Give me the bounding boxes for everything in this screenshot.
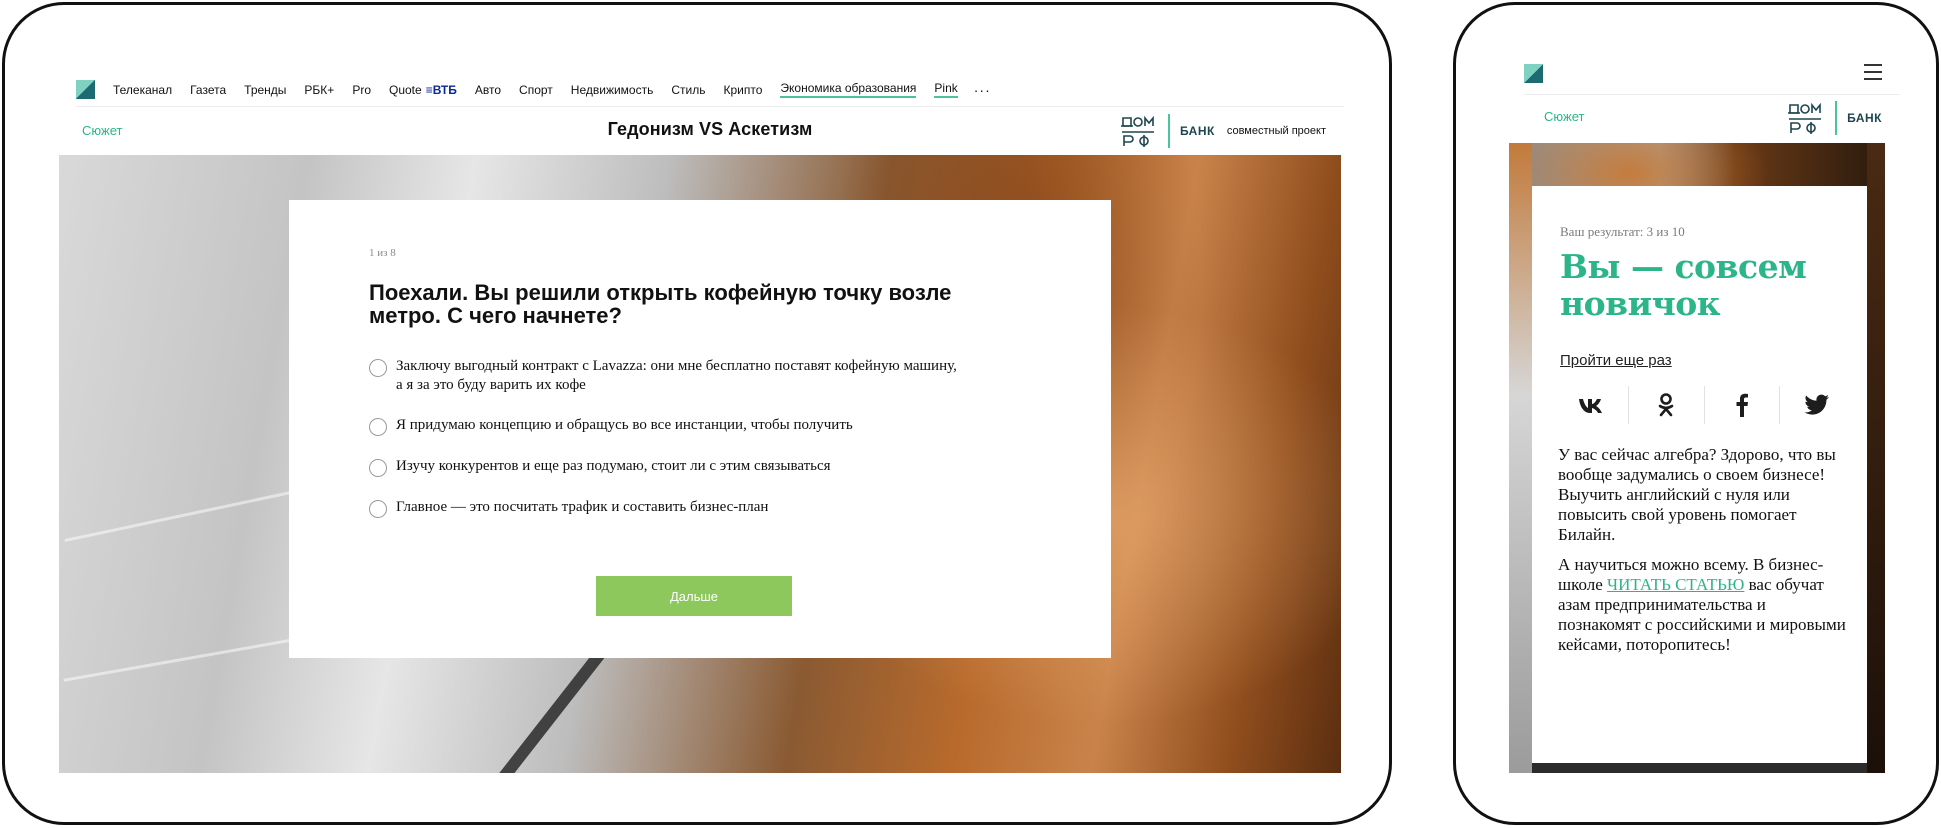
nav-item-gazeta[interactable]: Газета	[190, 83, 226, 97]
more-menu-icon[interactable]: ···	[974, 82, 991, 98]
answer-option[interactable]: Заключу выгодный контракт с Lavazza: они…	[369, 357, 1033, 395]
nav-item-nedvizhimost[interactable]: Недвижимость	[571, 83, 654, 97]
share-ok-button[interactable]	[1629, 386, 1705, 424]
share-facebook-button[interactable]	[1705, 386, 1780, 424]
partner-block: БАНК совместный проект	[1120, 111, 1326, 151]
hero-edge-left	[1509, 143, 1532, 773]
next-button[interactable]: Дальше	[596, 576, 792, 616]
mobile-top-bar	[1524, 51, 1900, 95]
nav-item-quote[interactable]: Quote ≡ВТБ	[389, 83, 457, 97]
vtb-badge-text: ВТБ	[432, 82, 457, 97]
dom-rf-logo-icon	[1788, 102, 1822, 134]
nav-item-ekonomika-obrazovaniya[interactable]: Экономика образования	[780, 81, 917, 98]
nav-item-stil[interactable]: Стиль	[671, 83, 705, 97]
nav-item-pink[interactable]: Pink	[934, 81, 958, 98]
mobile-device-frame: Сюжет БАНК Ваш результат: 3 из 10 Вы — с…	[1453, 2, 1939, 825]
radio-button[interactable]	[369, 418, 387, 436]
answer-option-text: Заключу выгодный контракт с Lavazza: они…	[396, 358, 957, 393]
rbc-logo-icon[interactable]	[76, 80, 95, 99]
question-title: Поехали. Вы решили открыть кофейную точк…	[369, 280, 952, 328]
result-card: Ваш результат: 3 из 10 Вы — совсем нович…	[1532, 186, 1867, 763]
radio-button[interactable]	[369, 359, 387, 377]
desktop-device-frame: Телеканал Газета Тренды РБК+ Pro Quote ≡…	[2, 2, 1392, 825]
read-article-link[interactable]: ЧИТАТЬ СТАТЬЮ	[1607, 575, 1744, 594]
hero-bottom-bar	[1532, 763, 1867, 773]
mobile-hero-background: Ваш результат: 3 из 10 Вы — совсем нович…	[1509, 143, 1885, 773]
rbc-logo-icon[interactable]	[1524, 64, 1543, 83]
hero-background-image: 1 из 8 Поехали. Вы решили открыть кофейн…	[59, 155, 1341, 773]
nav-item-kripto[interactable]: Крипто	[723, 83, 762, 97]
answer-option-text: Главное — это посчитать трафик и состави…	[396, 499, 769, 515]
radio-button[interactable]	[369, 500, 387, 518]
result-paragraph-with-link: А научиться можно всему. В бизнес-школе …	[1558, 555, 1848, 655]
partner-block: БАНК	[1787, 99, 1882, 137]
answer-option[interactable]: Я придумаю концепцию и обращусь во все и…	[369, 416, 1033, 436]
facebook-icon	[1736, 393, 1748, 417]
odnoklassniki-icon	[1659, 393, 1674, 417]
result-score: Ваш результат: 3 из 10	[1560, 224, 1685, 239]
quiz-card: 1 из 8 Поехали. Вы решили открыть кофейн…	[289, 200, 1111, 658]
result-paragraph: У вас сейчас алгебра? Здорово, что вы во…	[1558, 445, 1836, 544]
share-twitter-button[interactable]	[1780, 386, 1854, 424]
nav-item-rbc-plus[interactable]: РБК+	[304, 83, 334, 97]
hamburger-menu-icon[interactable]	[1864, 64, 1882, 80]
nav-item-telekanal[interactable]: Телеканал	[113, 83, 172, 97]
partner-divider	[1835, 101, 1838, 135]
nav-item-sport[interactable]: Спорт	[519, 83, 553, 97]
share-buttons	[1554, 385, 1854, 425]
nav-item-trendy[interactable]: Тренды	[244, 83, 286, 97]
bank-label: БАНК	[1847, 111, 1882, 125]
answer-option-text: Изучу конкурентов и еще раз подумаю, сто…	[396, 458, 831, 474]
joint-project-label: совместный проект	[1226, 125, 1326, 137]
story-header: Сюжет Гедонизм VS Аскетизм БАНК совместн…	[76, 107, 1344, 155]
answer-option-text: Я придумаю концепцию и обращусь во все и…	[396, 417, 853, 433]
nav-item-avto[interactable]: Авто	[475, 83, 501, 97]
bank-label: БАНК	[1180, 124, 1215, 138]
retry-link[interactable]: Пройти еще раз	[1560, 352, 1672, 369]
radio-button[interactable]	[369, 459, 387, 477]
twitter-icon	[1804, 394, 1829, 415]
question-counter: 1 из 8	[369, 247, 396, 259]
top-navigation: Телеканал Газета Тренды РБК+ Pro Quote ≡…	[76, 73, 1344, 107]
nav-item-quote-label: Quote	[389, 82, 422, 97]
nav-item-pro[interactable]: Pro	[352, 83, 371, 97]
answer-option[interactable]: Изучу конкурентов и еще раз подумаю, сто…	[369, 457, 1033, 477]
partner-divider	[1168, 114, 1171, 148]
dom-rf-logo-icon	[1121, 115, 1155, 147]
vtb-badge: ≡ВТБ	[425, 82, 457, 97]
result-heading: Вы — совсем новичок	[1560, 247, 1807, 323]
story-link[interactable]: Сюжет	[1544, 109, 1584, 124]
vk-icon	[1579, 399, 1603, 413]
answer-option[interactable]: Главное — это посчитать трафик и состави…	[369, 498, 1033, 518]
mobile-story-header: Сюжет БАНК	[1524, 95, 1900, 143]
share-vk-button[interactable]	[1554, 386, 1630, 424]
hero-edge-right	[1867, 143, 1885, 773]
